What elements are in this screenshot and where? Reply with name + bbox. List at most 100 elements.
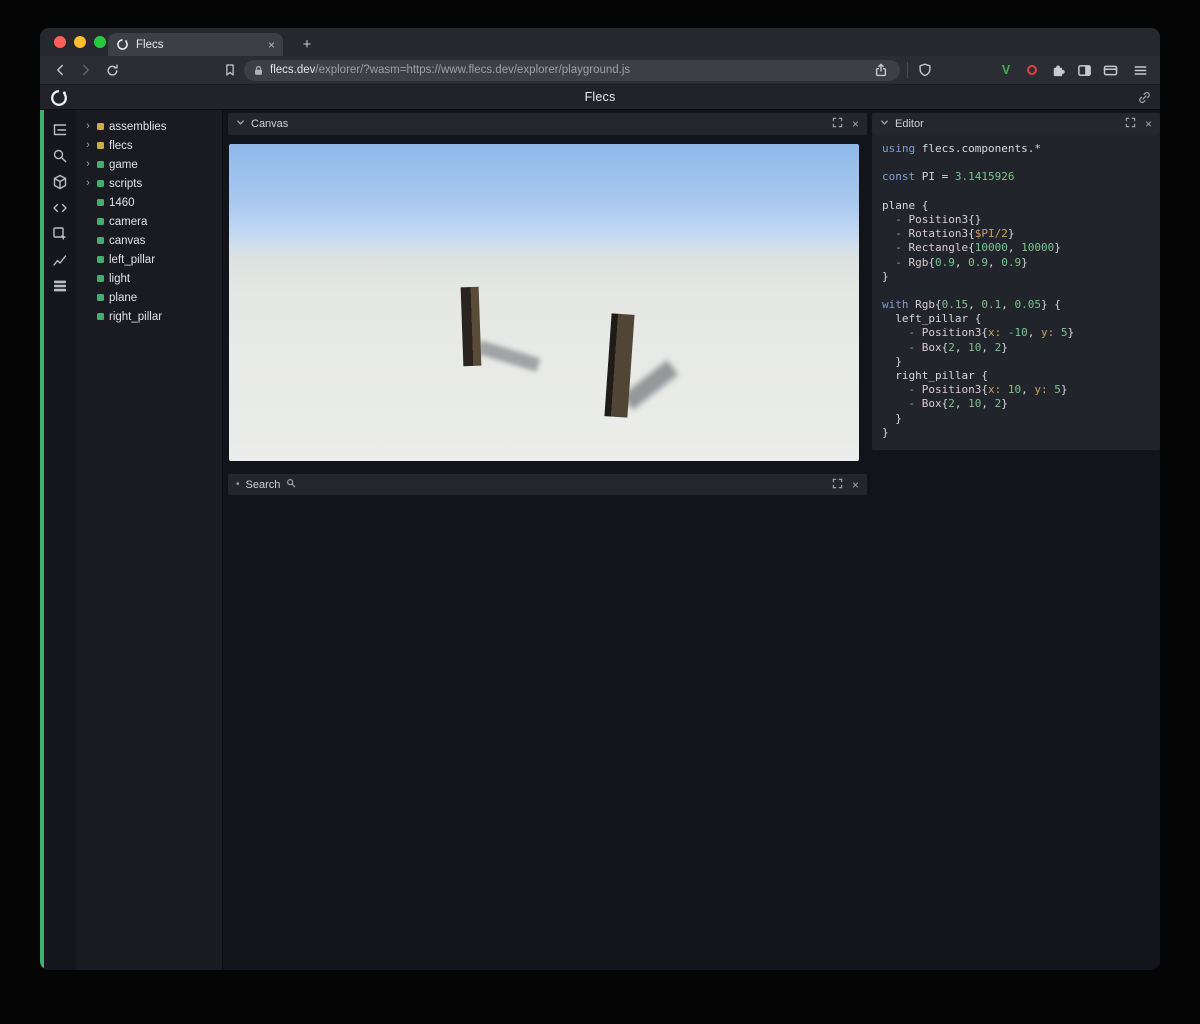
tree-item-label: right_pillar	[109, 310, 163, 323]
expand-icon[interactable]	[832, 117, 843, 131]
code-line: - Box{2, 10, 2}	[882, 340, 1008, 354]
tree-item[interactable]: 1460	[76, 193, 222, 212]
code-line: with Rgb{0.15, 0.1, 0.05} {	[882, 298, 1061, 312]
code-line: }	[882, 411, 902, 425]
window-minimize-button[interactable]	[74, 36, 86, 48]
left-pillar-object	[460, 286, 482, 367]
tree-item-label: flecs	[109, 139, 133, 152]
tree-item[interactable]: plane	[76, 288, 222, 307]
entity-color-square	[97, 313, 104, 320]
code-icon[interactable]	[52, 199, 69, 216]
code-line: left_pillar {	[882, 312, 982, 326]
expand-icon[interactable]	[832, 478, 843, 492]
chevron-right-icon[interactable]: ›	[84, 159, 92, 170]
app-body: › assemblies › flecs › game › scripts 14…	[40, 110, 1160, 970]
chevron-right-icon[interactable]: ›	[84, 140, 92, 151]
code-line: using flecs.components.*	[882, 142, 1041, 155]
entity-color-square	[97, 256, 104, 263]
extension-red-icon[interactable]	[1022, 60, 1042, 80]
browser-window: Flecs × + flecs.dev/explorer/?wasm=https…	[40, 28, 1160, 970]
tab-title: Flecs	[136, 38, 164, 51]
tree-item[interactable]: left_pillar	[76, 250, 222, 269]
entity-color-square	[97, 237, 104, 244]
code-line: right_pillar {	[882, 369, 988, 382]
inspect-icon[interactable]	[52, 225, 69, 242]
tree-item[interactable]: › game	[76, 155, 222, 174]
tree-item[interactable]: › scripts	[76, 174, 222, 193]
close-icon[interactable]: ×	[1145, 118, 1152, 130]
entity-color-square	[97, 275, 104, 282]
bullet-icon: •	[236, 479, 240, 490]
entity-color-square	[97, 180, 104, 187]
queries-icon[interactable]	[52, 277, 69, 294]
toolbar-divider	[907, 62, 908, 78]
code-line: }	[882, 354, 902, 368]
menu-icon[interactable]	[1130, 60, 1150, 80]
tree-item-label: game	[109, 158, 138, 171]
tree-item-label: assemblies	[109, 120, 167, 133]
browser-tab[interactable]: Flecs ×	[108, 33, 283, 56]
forward-icon[interactable]	[76, 60, 96, 80]
canvas-panel-title: Canvas	[251, 118, 289, 130]
left-pillar-shadow	[476, 340, 541, 372]
chevron-right-icon[interactable]: ›	[84, 121, 92, 132]
tree-item[interactable]: canvas	[76, 231, 222, 250]
bookmark-icon[interactable]	[220, 60, 240, 80]
editor-panel-header[interactable]: Editor ×	[872, 113, 1160, 135]
close-icon[interactable]: ×	[852, 118, 859, 130]
canvas-viewport[interactable]	[229, 144, 859, 461]
code-line: }	[882, 425, 889, 439]
puzzle-icon[interactable]	[1048, 60, 1068, 80]
reload-icon[interactable]	[102, 60, 122, 80]
tree-item[interactable]: light	[76, 269, 222, 288]
sidebar-toggle-icon[interactable]	[1074, 60, 1094, 80]
code-line: - Rectangle{10000, 10000}	[882, 241, 1061, 255]
chevron-right-icon[interactable]: ›	[84, 178, 92, 189]
expand-icon[interactable]	[1125, 117, 1136, 131]
code-line: - Position3{}	[882, 212, 982, 226]
page-title: Flecs	[584, 90, 616, 104]
extension-v-icon[interactable]: V	[996, 60, 1016, 80]
tree-item-label: 1460	[109, 196, 135, 209]
tree-item[interactable]: › assemblies	[76, 117, 222, 136]
code-line: - Rotation3{$PI/2}	[882, 227, 1015, 241]
tree-item[interactable]: › flecs	[76, 136, 222, 155]
close-icon[interactable]: ×	[852, 479, 859, 491]
tab-close-icon[interactable]: ×	[268, 39, 275, 51]
shield-icon[interactable]	[915, 60, 935, 80]
new-tab-button[interactable]: +	[296, 33, 318, 55]
url-domain: flecs.dev	[270, 64, 316, 76]
hierarchy-icon[interactable]	[52, 121, 69, 138]
canvas-panel-header[interactable]: Canvas ×	[228, 113, 867, 135]
share-link-icon[interactable]	[1137, 90, 1152, 110]
search-icon[interactable]	[52, 147, 69, 164]
wallet-icon[interactable]	[1100, 60, 1120, 80]
lock-icon	[253, 65, 264, 76]
stats-icon[interactable]	[52, 251, 69, 268]
entities-cube-icon[interactable]	[52, 173, 69, 190]
share-icon[interactable]	[871, 60, 891, 80]
entity-color-square	[97, 199, 104, 206]
url-text: flecs.dev/explorer/?wasm=https://www.fle…	[270, 64, 865, 76]
back-icon[interactable]	[50, 60, 70, 80]
entity-tree: › assemblies › flecs › game › scripts 14…	[76, 110, 222, 970]
window-close-button[interactable]	[54, 36, 66, 48]
chevron-down-icon[interactable]	[236, 118, 245, 130]
browser-toolbar: flecs.dev/explorer/?wasm=https://www.fle…	[40, 56, 1160, 84]
tree-item[interactable]: camera	[76, 212, 222, 231]
chevron-down-icon[interactable]	[880, 118, 889, 130]
tree-item-label: light	[109, 272, 131, 285]
search-panel-title: Search	[245, 478, 281, 491]
search-panel-header[interactable]: • Search ×	[228, 474, 867, 495]
tree-item[interactable]: right_pillar	[76, 307, 222, 326]
flecs-favicon-icon	[116, 38, 129, 51]
code-line: - Box{2, 10, 2}	[882, 397, 1008, 411]
window-zoom-button[interactable]	[94, 36, 106, 48]
code-line: }	[882, 269, 889, 283]
url-bar[interactable]: flecs.dev/explorer/?wasm=https://www.fle…	[244, 59, 900, 81]
editor-code[interactable]: using flecs.components.* const PI = 3.14…	[872, 135, 1160, 450]
tree-item-label: left_pillar	[109, 253, 156, 266]
entity-color-square	[97, 142, 104, 149]
